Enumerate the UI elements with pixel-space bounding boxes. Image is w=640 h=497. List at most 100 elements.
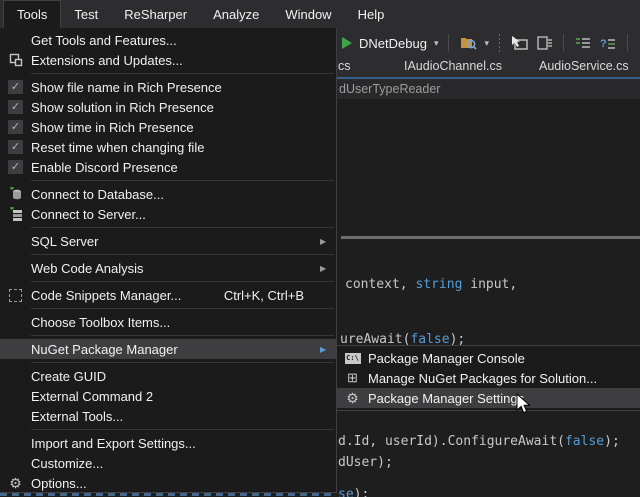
menu-item-label: Connect to Server... bbox=[31, 207, 320, 222]
chevron-down-icon[interactable]: ▾ bbox=[434, 38, 439, 49]
menu-item-extensions-and-updates[interactable]: Extensions and Updates... bbox=[0, 50, 336, 70]
chevron-down-icon[interactable]: ▾ bbox=[484, 38, 489, 49]
menu-item-import-export-settings[interactable]: Import and Export Settings... bbox=[0, 433, 336, 453]
indent-lines-icon bbox=[575, 37, 591, 50]
menu-item-label: Show file name in Rich Presence bbox=[31, 80, 320, 95]
extensions-icon bbox=[9, 53, 23, 67]
icon-gutter: ✓ bbox=[0, 140, 31, 154]
menu-item-show-file-name[interactable]: ✓ Show file name in Rich Presence bbox=[0, 77, 336, 97]
find-in-files-button[interactable] bbox=[459, 34, 477, 52]
menu-item-label: SQL Server bbox=[31, 234, 320, 249]
code-line: context, string input, bbox=[345, 277, 517, 292]
mouse-cursor bbox=[516, 393, 531, 415]
menu-item-customize[interactable]: Customize... bbox=[0, 453, 336, 473]
menu-item-choose-toolbox-items[interactable]: Choose Toolbox Items... bbox=[0, 312, 336, 332]
menu-item-reset-time[interactable]: ✓ Reset time when changing file bbox=[0, 137, 336, 157]
icon-gutter bbox=[0, 187, 31, 201]
menu-item-label: Web Code Analysis bbox=[31, 261, 320, 276]
menubar-item-tools[interactable]: Tools bbox=[3, 0, 61, 28]
comment-help-button[interactable]: ? bbox=[599, 34, 617, 52]
menu-item-label: Choose Toolbox Items... bbox=[31, 315, 320, 330]
console-icon: C:\ bbox=[345, 353, 361, 364]
start-debugging-icon[interactable] bbox=[342, 37, 352, 49]
code-keyword: string bbox=[415, 277, 462, 292]
checkmark-icon: ✓ bbox=[8, 100, 23, 114]
navigate-to-button[interactable] bbox=[510, 34, 528, 52]
menu-item-sql-server[interactable]: SQL Server ▶ bbox=[0, 231, 336, 251]
menu-item-code-snippets-manager[interactable]: Code Snippets Manager... Ctrl+K, Ctrl+B bbox=[0, 285, 336, 305]
icon-gutter: ✓ bbox=[0, 120, 31, 134]
menu-item-external-tools[interactable]: External Tools... bbox=[0, 406, 336, 426]
gear-icon: ⚙ bbox=[9, 476, 22, 490]
code-text: context, bbox=[345, 277, 415, 292]
copy-lines-button[interactable] bbox=[535, 34, 553, 52]
breadcrumb: dUserTypeReader bbox=[339, 82, 440, 96]
menubar-item-test[interactable]: Test bbox=[61, 0, 111, 28]
menubar-item-window[interactable]: Window bbox=[272, 0, 344, 28]
menu-item-connect-to-server[interactable]: Connect to Server... bbox=[0, 204, 336, 224]
menu-item-label: Package Manager Console bbox=[368, 351, 640, 366]
menu-item-get-tools-and-features[interactable]: Get Tools and Features... bbox=[0, 30, 336, 50]
menu-item-create-guid[interactable]: Create GUID bbox=[0, 366, 336, 386]
menubar-label: Window bbox=[285, 7, 331, 22]
nuget-package-manager-submenu: C:\ Package Manager Console ⊞ Manage NuG… bbox=[336, 345, 640, 411]
document-tab[interactable]: AudioService.cs bbox=[539, 59, 629, 73]
menu-item-label: Import and Export Settings... bbox=[31, 436, 320, 451]
submenu-item-package-manager-console[interactable]: C:\ Package Manager Console bbox=[337, 348, 640, 368]
menu-item-web-code-analysis[interactable]: Web Code Analysis ▶ bbox=[0, 258, 336, 278]
visual-studio-window: Tools Test ReSharper Analyze Window Help… bbox=[0, 0, 640, 497]
tools-menu: Get Tools and Features... Extensions and… bbox=[0, 28, 337, 493]
gear-icon: ⚙ bbox=[346, 391, 359, 405]
menu-item-label: Options... bbox=[31, 476, 320, 491]
checkmark-icon: ✓ bbox=[8, 160, 23, 174]
menu-separator bbox=[31, 254, 334, 255]
document-lines-icon bbox=[536, 36, 553, 51]
indent-button[interactable] bbox=[574, 34, 592, 52]
connect-database-icon bbox=[9, 187, 23, 201]
editor-navigation-bar[interactable]: dUserTypeReader bbox=[337, 79, 640, 100]
checkmark-icon: ✓ bbox=[8, 140, 23, 154]
code-line: se); bbox=[338, 487, 369, 497]
menu-item-show-solution[interactable]: ✓ Show solution in Rich Presence bbox=[0, 97, 336, 117]
submenu-item-manage-nuget-packages[interactable]: ⊞ Manage NuGet Packages for Solution... bbox=[337, 368, 640, 388]
menu-item-nuget-package-manager[interactable]: NuGet Package Manager ▶ bbox=[0, 339, 336, 359]
checkmark-icon: ✓ bbox=[8, 80, 23, 94]
menu-separator bbox=[31, 429, 334, 430]
debug-target-dropdown[interactable]: DNetDebug bbox=[359, 36, 427, 51]
document-tab[interactable]: IAudioChannel.cs bbox=[404, 59, 502, 73]
clipped-code-line bbox=[0, 493, 336, 496]
submenu-arrow-icon: ▶ bbox=[320, 264, 336, 273]
icon-gutter: ⚙ bbox=[0, 476, 31, 490]
menu-item-label: Reset time when changing file bbox=[31, 140, 320, 155]
standard-toolbar: DNetDebug ▾ ▾ bbox=[337, 28, 640, 58]
icon-gutter: ✓ bbox=[0, 80, 31, 94]
code-text: input, bbox=[462, 277, 517, 292]
menubar-label: Help bbox=[358, 7, 385, 22]
code-snippets-icon bbox=[9, 289, 22, 302]
menu-item-external-command-2[interactable]: External Command 2 bbox=[0, 386, 336, 406]
code-keyword: se bbox=[338, 487, 354, 497]
menu-item-label: Get Tools and Features... bbox=[31, 33, 320, 48]
find-in-files-icon bbox=[460, 36, 477, 51]
toolbar-grip bbox=[499, 34, 500, 52]
icon-gutter: C:\ bbox=[337, 353, 368, 364]
menu-item-label: Enable Discord Presence bbox=[31, 160, 320, 175]
menu-item-connect-to-database[interactable]: Connect to Database... bbox=[0, 184, 336, 204]
document-tab[interactable]: cs bbox=[338, 59, 351, 73]
menu-item-label: Package Manager Settings bbox=[368, 391, 640, 406]
icon-gutter: ✓ bbox=[0, 160, 31, 174]
menubar-label: Analyze bbox=[213, 7, 259, 22]
menubar-label: Test bbox=[74, 7, 98, 22]
menubar-item-help[interactable]: Help bbox=[345, 0, 398, 28]
submenu-item-package-manager-settings[interactable]: ⚙ Package Manager Settings bbox=[337, 388, 640, 408]
menu-item-label: External Command 2 bbox=[31, 389, 320, 404]
menubar-item-analyze[interactable]: Analyze bbox=[200, 0, 272, 28]
question-lines-icon: ? bbox=[600, 37, 616, 50]
menu-item-enable-discord-presence[interactable]: ✓ Enable Discord Presence bbox=[0, 157, 336, 177]
icon-gutter: ⚙ bbox=[337, 391, 368, 405]
menu-item-show-time[interactable]: ✓ Show time in Rich Presence bbox=[0, 117, 336, 137]
menu-item-options[interactable]: ⚙ Options... bbox=[0, 473, 336, 493]
menu-separator bbox=[31, 308, 334, 309]
svg-text:?: ? bbox=[600, 38, 607, 50]
menubar-item-resharper[interactable]: ReSharper bbox=[111, 0, 200, 28]
